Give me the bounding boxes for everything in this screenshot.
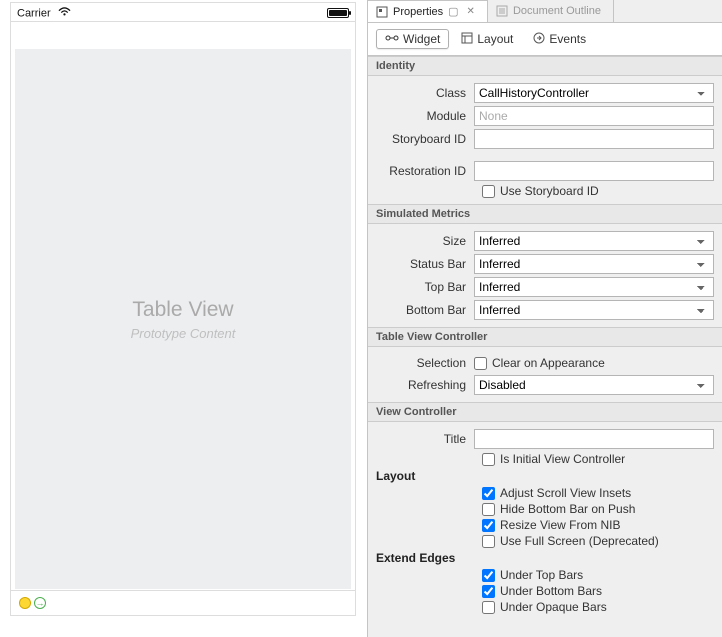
under-opaque-checkbox[interactable] bbox=[482, 601, 495, 614]
battery-icon bbox=[327, 8, 349, 18]
carrier-label: Carrier bbox=[17, 7, 71, 19]
design-canvas: Carrier Table View Prototype Content → bbox=[0, 0, 367, 637]
initial-vc-checkbox[interactable] bbox=[482, 453, 495, 466]
layout-icon bbox=[461, 32, 473, 47]
panel-tabs: Properties ▢ ✕ Document Outline bbox=[368, 0, 722, 23]
label-top-bar: Top Bar bbox=[376, 280, 474, 294]
inspector-subtabs: Widget Layout Events bbox=[368, 23, 722, 56]
label-size: Size bbox=[376, 234, 474, 248]
under-bottom-checkbox[interactable] bbox=[482, 585, 495, 598]
clear-on-appearance-checkbox[interactable] bbox=[474, 357, 487, 370]
fullscreen-label: Use Full Screen (Deprecated) bbox=[500, 534, 659, 548]
label-title: Title bbox=[376, 432, 474, 446]
extend-edges-heading: Extend Edges bbox=[376, 551, 714, 565]
tableview-title: Table View bbox=[132, 298, 233, 322]
hide-bottom-checkbox[interactable] bbox=[482, 503, 495, 516]
section-view-controller: View Controller bbox=[368, 402, 722, 422]
fullscreen-checkbox[interactable] bbox=[482, 535, 495, 548]
label-class: Class bbox=[376, 86, 474, 100]
statusbar-select[interactable]: Inferred bbox=[474, 254, 714, 274]
label-refreshing: Refreshing bbox=[376, 378, 474, 392]
under-opaque-label: Under Opaque Bars bbox=[500, 600, 607, 614]
section-tableview-controller: Table View Controller bbox=[368, 327, 722, 347]
tableview-placeholder[interactable]: Table View Prototype Content bbox=[15, 49, 351, 589]
adjust-insets-checkbox[interactable] bbox=[482, 487, 495, 500]
label-bottom-bar: Bottom Bar bbox=[376, 303, 474, 317]
outline-icon bbox=[496, 5, 508, 17]
events-icon bbox=[533, 32, 545, 47]
subtab-layout[interactable]: Layout bbox=[453, 29, 521, 49]
module-input[interactable] bbox=[474, 106, 714, 126]
properties-icon bbox=[376, 6, 388, 18]
first-responder-icon[interactable] bbox=[19, 597, 31, 609]
status-bar: Carrier bbox=[11, 3, 355, 22]
subtab-events[interactable]: Events bbox=[525, 29, 594, 49]
resize-nib-checkbox[interactable] bbox=[482, 519, 495, 532]
title-input[interactable] bbox=[474, 429, 714, 449]
restoration-id-input[interactable] bbox=[474, 161, 714, 181]
label-selection: Selection bbox=[376, 356, 474, 370]
tableview-subtitle: Prototype Content bbox=[131, 326, 236, 341]
subtab-widget[interactable]: Widget bbox=[376, 29, 449, 49]
pin-icon[interactable]: ▢ bbox=[448, 5, 458, 18]
section-identity: Identity bbox=[368, 56, 722, 76]
label-module: Module bbox=[376, 109, 474, 123]
use-storyboard-id-checkbox[interactable] bbox=[482, 185, 495, 198]
label-status-bar: Status Bar bbox=[376, 257, 474, 271]
refreshing-select[interactable]: Disabled bbox=[474, 375, 714, 395]
storyboard-id-input[interactable] bbox=[474, 129, 714, 149]
close-icon[interactable]: ✕ bbox=[467, 6, 475, 17]
resize-nib-label: Resize View From NIB bbox=[500, 518, 620, 532]
exit-icon[interactable]: → bbox=[34, 597, 46, 609]
inspector-panel: Properties ▢ ✕ Document Outline Widget L… bbox=[367, 0, 722, 637]
under-top-checkbox[interactable] bbox=[482, 569, 495, 582]
tab-document-outline[interactable]: Document Outline bbox=[488, 0, 614, 22]
initial-vc-label: Is Initial View Controller bbox=[500, 452, 625, 466]
bottombar-select[interactable]: Inferred bbox=[474, 300, 714, 320]
clear-on-appearance-label: Clear on Appearance bbox=[492, 356, 605, 370]
hide-bottom-label: Hide Bottom Bar on Push bbox=[500, 502, 635, 516]
size-select[interactable]: Inferred bbox=[474, 231, 714, 251]
class-select[interactable]: CallHistoryController bbox=[474, 83, 714, 103]
label-storyboard-id: Storyboard ID bbox=[376, 132, 474, 146]
under-bottom-label: Under Bottom Bars bbox=[500, 584, 602, 598]
use-storyboard-id-label: Use Storyboard ID bbox=[500, 184, 599, 198]
adjust-insets-label: Adjust Scroll View Insets bbox=[500, 486, 631, 500]
topbar-select[interactable]: Inferred bbox=[474, 277, 714, 297]
scene-dock: → bbox=[11, 590, 355, 615]
layout-heading: Layout bbox=[376, 469, 714, 483]
label-restoration-id: Restoration ID bbox=[376, 164, 474, 178]
widget-icon bbox=[385, 32, 399, 46]
section-simulated-metrics: Simulated Metrics bbox=[368, 204, 722, 224]
wifi-icon bbox=[58, 7, 71, 16]
device-simulator[interactable]: Carrier Table View Prototype Content → bbox=[10, 2, 356, 616]
under-top-label: Under Top Bars bbox=[500, 568, 583, 582]
tab-properties[interactable]: Properties ▢ ✕ bbox=[368, 0, 488, 22]
